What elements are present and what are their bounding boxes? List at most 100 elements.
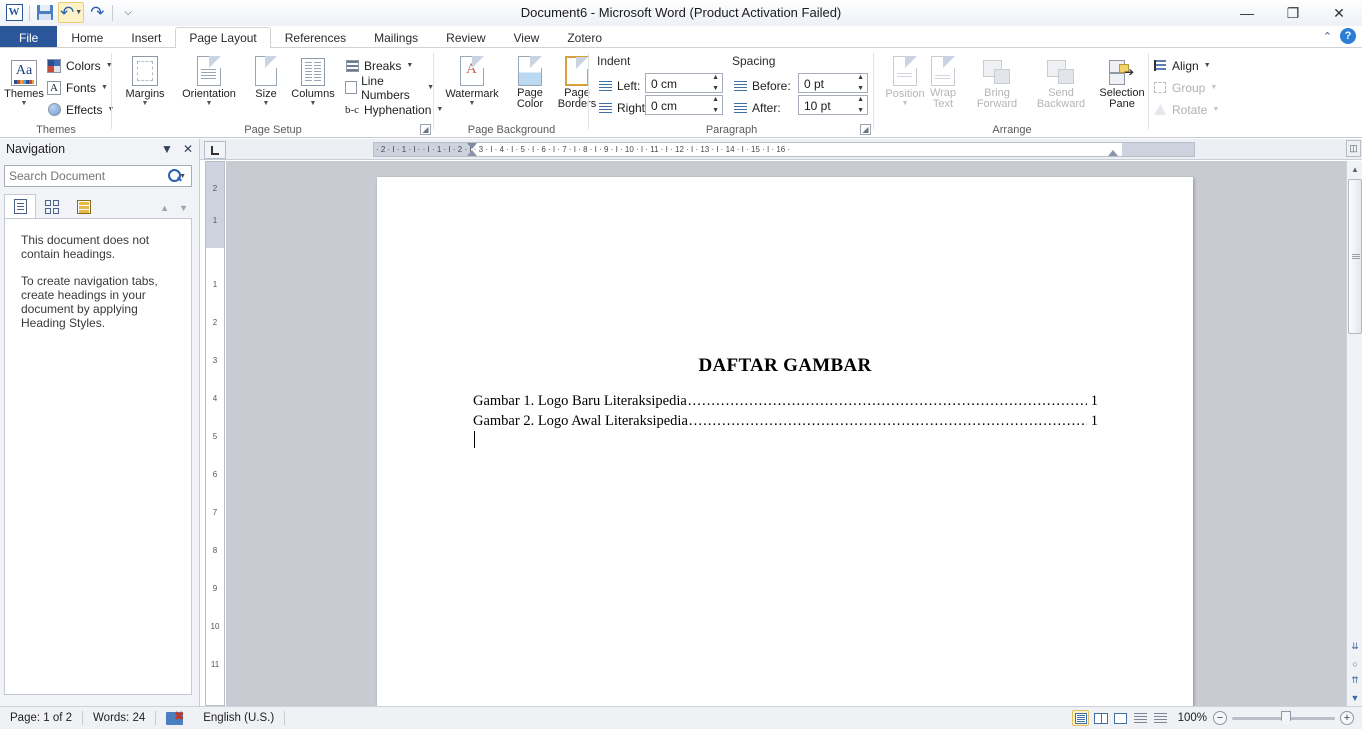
- align-dropdown-icon[interactable]: ▼: [1204, 62, 1211, 69]
- tab-file[interactable]: File: [0, 26, 58, 48]
- nav-tab-results[interactable]: [68, 194, 100, 218]
- restore-button[interactable]: ❐: [1270, 0, 1316, 26]
- collapse-ribbon-icon[interactable]: ⌃: [1323, 30, 1332, 43]
- columns-dropdown-icon[interactable]: ▼: [286, 100, 340, 108]
- nav-tab-pages[interactable]: [36, 194, 68, 218]
- minimize-button[interactable]: —: [1224, 0, 1270, 26]
- spacing-after-spinner-up[interactable]: ▲: [857, 96, 864, 103]
- spacing-after-field[interactable]: 10 pt ▲ ▼: [798, 95, 868, 115]
- vertical-scrollbar[interactable]: ▲ ⇊ ○ ⇈ ▼: [1346, 161, 1362, 706]
- previous-result-icon[interactable]: ▲: [160, 203, 169, 213]
- previous-page-button[interactable]: ⇈: [1347, 672, 1362, 689]
- help-icon[interactable]: ?: [1340, 28, 1356, 44]
- toc-entry-2[interactable]: Gambar 2. Logo Awal Literaksipedia .....…: [473, 413, 1098, 430]
- page-indicator[interactable]: Page: 1 of 2: [0, 707, 82, 729]
- tab-references[interactable]: References: [271, 27, 360, 48]
- zoom-out-button[interactable]: −: [1213, 711, 1227, 725]
- word-count[interactable]: Words: 24: [83, 707, 155, 729]
- wrap-text-button[interactable]: Wrap Text: [922, 54, 964, 110]
- toc-entry-1[interactable]: Gambar 1. Logo Baru Literaksipedia .....…: [473, 393, 1098, 410]
- search-box[interactable]: ▼: [4, 165, 192, 187]
- navigation-menu-icon[interactable]: ▼: [161, 142, 173, 156]
- proofing-status[interactable]: ✖: [156, 707, 193, 729]
- themes-button[interactable]: Aa Themes ▼: [2, 54, 46, 108]
- view-full-screen-reading-button[interactable]: [1092, 710, 1109, 726]
- paragraph-dialog-launcher[interactable]: ◢: [860, 124, 871, 135]
- rotate-button[interactable]: Rotate ▼: [1152, 99, 1219, 120]
- vertical-ruler[interactable]: 2 1 1 2 3 4 5 6 7 8 9 10 11: [205, 161, 225, 706]
- view-print-layout-button[interactable]: [1072, 710, 1089, 726]
- themes-dropdown-icon[interactable]: ▼: [2, 100, 46, 108]
- tab-home[interactable]: Home: [57, 27, 117, 48]
- next-result-icon[interactable]: ▼: [179, 203, 188, 213]
- search-input[interactable]: [5, 169, 168, 183]
- zoom-level[interactable]: 100%: [1175, 712, 1207, 724]
- size-button[interactable]: Size ▼: [246, 54, 286, 108]
- language-indicator[interactable]: English (U.S.): [193, 707, 284, 729]
- zoom-in-button[interactable]: +: [1340, 711, 1354, 725]
- tab-view[interactable]: View: [500, 27, 554, 48]
- tab-page-layout[interactable]: Page Layout: [175, 27, 271, 48]
- orientation-dropdown-icon[interactable]: ▼: [174, 100, 244, 108]
- align-button[interactable]: Align ▼: [1152, 55, 1211, 76]
- tab-insert[interactable]: Insert: [117, 27, 175, 48]
- select-browse-object-button[interactable]: ○: [1347, 655, 1362, 672]
- document-canvas[interactable]: DAFTAR GAMBAR Gambar 1. Logo Baru Litera…: [226, 161, 1346, 706]
- left-indent-marker[interactable]: [467, 150, 477, 156]
- tab-zotero[interactable]: Zotero: [553, 27, 616, 48]
- spacing-before-field[interactable]: 0 pt ▲ ▼: [798, 73, 868, 93]
- close-button[interactable]: ✕: [1316, 0, 1362, 26]
- fonts-dropdown-icon[interactable]: ▼: [101, 84, 108, 91]
- spacing-after-spinner-down[interactable]: ▼: [857, 107, 864, 114]
- size-dropdown-icon[interactable]: ▼: [246, 100, 286, 108]
- view-draft-button[interactable]: [1152, 710, 1169, 726]
- line-numbers-button[interactable]: Line Numbers ▼: [344, 74, 434, 102]
- watermark-dropdown-icon[interactable]: ▼: [440, 100, 504, 108]
- theme-fonts-button[interactable]: A Fonts ▼: [46, 77, 108, 98]
- first-line-indent-marker[interactable]: [467, 143, 477, 149]
- zoom-slider-thumb[interactable]: [1281, 710, 1291, 726]
- search-icon[interactable]: [168, 169, 182, 183]
- indent-right-spinner-down[interactable]: ▼: [712, 107, 719, 114]
- page-setup-dialog-launcher[interactable]: ◢: [420, 124, 431, 135]
- document-page[interactable]: DAFTAR GAMBAR Gambar 1. Logo Baru Litera…: [377, 177, 1193, 706]
- send-backward-button[interactable]: Send Backward: [1030, 54, 1092, 110]
- bring-forward-button[interactable]: Bring Forward: [966, 54, 1028, 110]
- tab-mailings[interactable]: Mailings: [360, 27, 432, 48]
- next-page-button[interactable]: ⇊: [1347, 638, 1362, 655]
- tab-stop-selector[interactable]: [204, 141, 226, 159]
- hyphenation-button[interactable]: b‑c Hyphenation ▼: [344, 99, 443, 120]
- indent-left-spinner-up[interactable]: ▲: [712, 74, 719, 81]
- spacing-before-spinner-up[interactable]: ▲: [857, 74, 864, 81]
- group-button[interactable]: Group ▼: [1152, 77, 1217, 98]
- spacing-before-spinner-down[interactable]: ▼: [857, 85, 864, 92]
- selection-pane-button[interactable]: ➔ Selection Pane: [1094, 54, 1150, 110]
- watermark-button[interactable]: A Watermark ▼: [440, 54, 504, 108]
- columns-button[interactable]: Columns ▼: [286, 54, 340, 108]
- theme-colors-button[interactable]: Colors ▼: [46, 55, 113, 76]
- breaks-dropdown-icon[interactable]: ▼: [406, 62, 413, 69]
- theme-effects-button[interactable]: Effects ▼: [46, 99, 114, 120]
- margins-button[interactable]: Margins ▼: [118, 54, 172, 108]
- navigation-close-icon[interactable]: ✕: [183, 142, 193, 156]
- view-web-layout-button[interactable]: [1112, 710, 1129, 726]
- indent-left-field[interactable]: 0 cm ▲ ▼: [645, 73, 723, 93]
- scroll-down-button[interactable]: ▼: [1347, 689, 1362, 706]
- group-dropdown-icon[interactable]: ▼: [1210, 84, 1217, 91]
- indent-right-spinner-up[interactable]: ▲: [712, 96, 719, 103]
- tab-review[interactable]: Review: [432, 27, 499, 48]
- orientation-button[interactable]: Orientation ▼: [174, 54, 244, 108]
- rotate-dropdown-icon[interactable]: ▼: [1212, 106, 1219, 113]
- page-color-button[interactable]: Page Color: [506, 54, 554, 110]
- right-indent-marker[interactable]: [1108, 150, 1118, 156]
- indent-right-field[interactable]: 0 cm ▲ ▼: [645, 95, 723, 115]
- view-ruler-button[interactable]: ◫: [1346, 140, 1361, 157]
- margins-dropdown-icon[interactable]: ▼: [118, 100, 172, 108]
- vertical-scroll-thumb[interactable]: [1348, 179, 1362, 334]
- indent-left-spinner-down[interactable]: ▼: [712, 85, 719, 92]
- horizontal-ruler[interactable]: · 2 · I · 1 · I · · I · 1 · I · 2 · I · …: [373, 142, 1195, 157]
- zoom-slider-track[interactable]: [1232, 710, 1335, 726]
- scroll-up-button[interactable]: ▲: [1347, 161, 1362, 178]
- view-outline-button[interactable]: [1132, 710, 1149, 726]
- nav-tab-headings[interactable]: [4, 194, 36, 218]
